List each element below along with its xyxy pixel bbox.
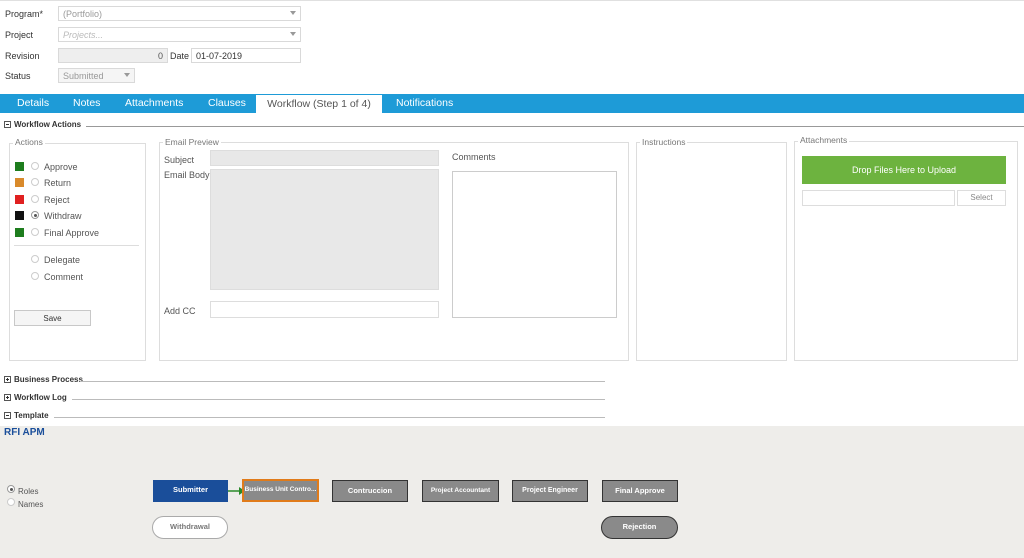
attachments-legend: Attachments xyxy=(798,135,850,145)
tab-workflow[interactable]: Workflow (Step 1 of 4) xyxy=(256,95,382,113)
project-engineer-step[interactable]: Project Engineer xyxy=(512,480,588,502)
delegate-label: Delegate xyxy=(44,255,81,265)
date-label: Date xyxy=(170,51,190,61)
tab-notes[interactable]: Notes xyxy=(73,94,100,113)
comment-radio[interactable] xyxy=(31,272,39,280)
date-field[interactable]: 01-07-2019 xyxy=(191,48,301,63)
reject-label: Reject xyxy=(44,195,70,205)
status-dropdown-icon xyxy=(124,73,130,77)
add-cc-label: Add CC xyxy=(164,306,196,316)
top-border xyxy=(0,0,1024,1)
email-preview-legend: Email Preview xyxy=(163,137,221,147)
withdraw-label: Withdraw xyxy=(44,211,82,221)
expand-icon xyxy=(4,394,11,401)
tab-details[interactable]: Details xyxy=(17,94,49,113)
subject-field xyxy=(210,150,439,166)
file-name-field xyxy=(802,190,955,206)
status-value: Submitted xyxy=(63,71,104,81)
comments-textarea[interactable] xyxy=(452,171,617,318)
actions-divider xyxy=(14,245,139,246)
status-label: Status xyxy=(5,71,31,81)
revision-label: Revision xyxy=(5,51,40,61)
withdrawal-step[interactable]: Withdrawal xyxy=(152,516,228,539)
workflow-log-title: Workflow Log xyxy=(14,393,67,402)
program-label: Program* xyxy=(5,9,44,19)
delegate-radio[interactable] xyxy=(31,255,39,263)
select-file-button[interactable]: Select xyxy=(957,190,1006,206)
project-select[interactable]: Projects... xyxy=(58,27,301,42)
final-approve-label: Final Approve xyxy=(44,228,100,238)
collapse-icon xyxy=(4,412,11,419)
project-placeholder: Projects... xyxy=(63,30,104,40)
program-select[interactable]: (Portfolio) xyxy=(58,6,301,21)
reject-radio[interactable] xyxy=(31,195,39,203)
collapse-icon xyxy=(4,121,11,128)
email-body-label: Email Body xyxy=(164,170,210,180)
approve-radio[interactable] xyxy=(31,162,39,170)
project-accountant-step[interactable]: Project Accountant xyxy=(422,480,499,502)
status-select[interactable]: Submitted xyxy=(58,68,135,83)
approve-color-swatch xyxy=(15,162,24,171)
project-label: Project xyxy=(5,30,34,40)
return-radio[interactable] xyxy=(31,178,39,186)
expand-icon xyxy=(4,376,11,383)
business-unit-step[interactable]: Business Unit Contro... xyxy=(242,479,319,502)
date-value: 01-07-2019 xyxy=(196,51,243,61)
program-value: (Portfolio) xyxy=(63,9,103,19)
return-color-swatch xyxy=(15,178,24,187)
workflow-actions-title: Workflow Actions xyxy=(14,120,82,129)
roles-radio[interactable] xyxy=(7,485,15,493)
tab-notifications[interactable]: Notifications xyxy=(396,94,453,113)
instructions-panel xyxy=(636,142,787,361)
withdraw-radio[interactable] xyxy=(31,211,39,219)
project-dropdown-icon xyxy=(290,32,296,36)
email-body-field xyxy=(210,169,439,290)
contruccion-step[interactable]: Contruccion xyxy=(332,480,408,502)
roles-label: Roles xyxy=(18,487,39,496)
revision-value: 0 xyxy=(157,51,163,61)
names-radio[interactable] xyxy=(7,498,15,506)
final-approve-color-swatch xyxy=(15,228,24,237)
template-name: RFI APM xyxy=(4,427,45,438)
revision-field: 0 xyxy=(58,48,168,63)
template-toggle[interactable]: Template xyxy=(4,411,49,420)
names-label: Names xyxy=(18,500,44,509)
tab-bar: Details Notes Attachments Clauses Workfl… xyxy=(0,94,1024,113)
final-approve-step[interactable]: Final Approve xyxy=(602,480,678,502)
comments-label: Comments xyxy=(452,152,496,162)
comment-label: Comment xyxy=(44,272,84,282)
tab-clauses[interactable]: Clauses xyxy=(208,94,246,113)
return-label: Return xyxy=(44,178,72,188)
actions-panel xyxy=(9,143,146,361)
subject-label: Subject xyxy=(164,155,195,165)
section-divider xyxy=(86,126,1024,127)
workflow-log-toggle[interactable]: Workflow Log xyxy=(4,393,67,402)
reject-color-swatch xyxy=(15,195,24,204)
tab-attachments[interactable]: Attachments xyxy=(125,94,183,113)
rejection-step[interactable]: Rejection xyxy=(601,516,678,539)
approve-label: Approve xyxy=(44,162,78,172)
workflow-actions-toggle[interactable]: Workflow Actions xyxy=(4,120,81,129)
add-cc-input[interactable] xyxy=(210,301,439,318)
business-process-title: Business Process xyxy=(14,375,83,384)
business-process-toggle[interactable]: Business Process xyxy=(4,375,83,384)
actions-legend: Actions xyxy=(13,137,45,147)
section-divider xyxy=(80,381,605,382)
final-approve-radio[interactable] xyxy=(31,228,39,236)
instructions-legend: Instructions xyxy=(640,137,688,147)
submitter-step[interactable]: Submitter xyxy=(153,480,228,502)
section-divider xyxy=(72,399,605,400)
save-button[interactable]: Save xyxy=(14,310,91,326)
section-divider xyxy=(54,417,605,418)
program-dropdown-icon xyxy=(290,11,296,15)
upload-dropzone[interactable]: Drop Files Here to Upload xyxy=(802,156,1006,184)
withdraw-color-swatch xyxy=(15,211,24,220)
template-title: Template xyxy=(14,411,49,420)
